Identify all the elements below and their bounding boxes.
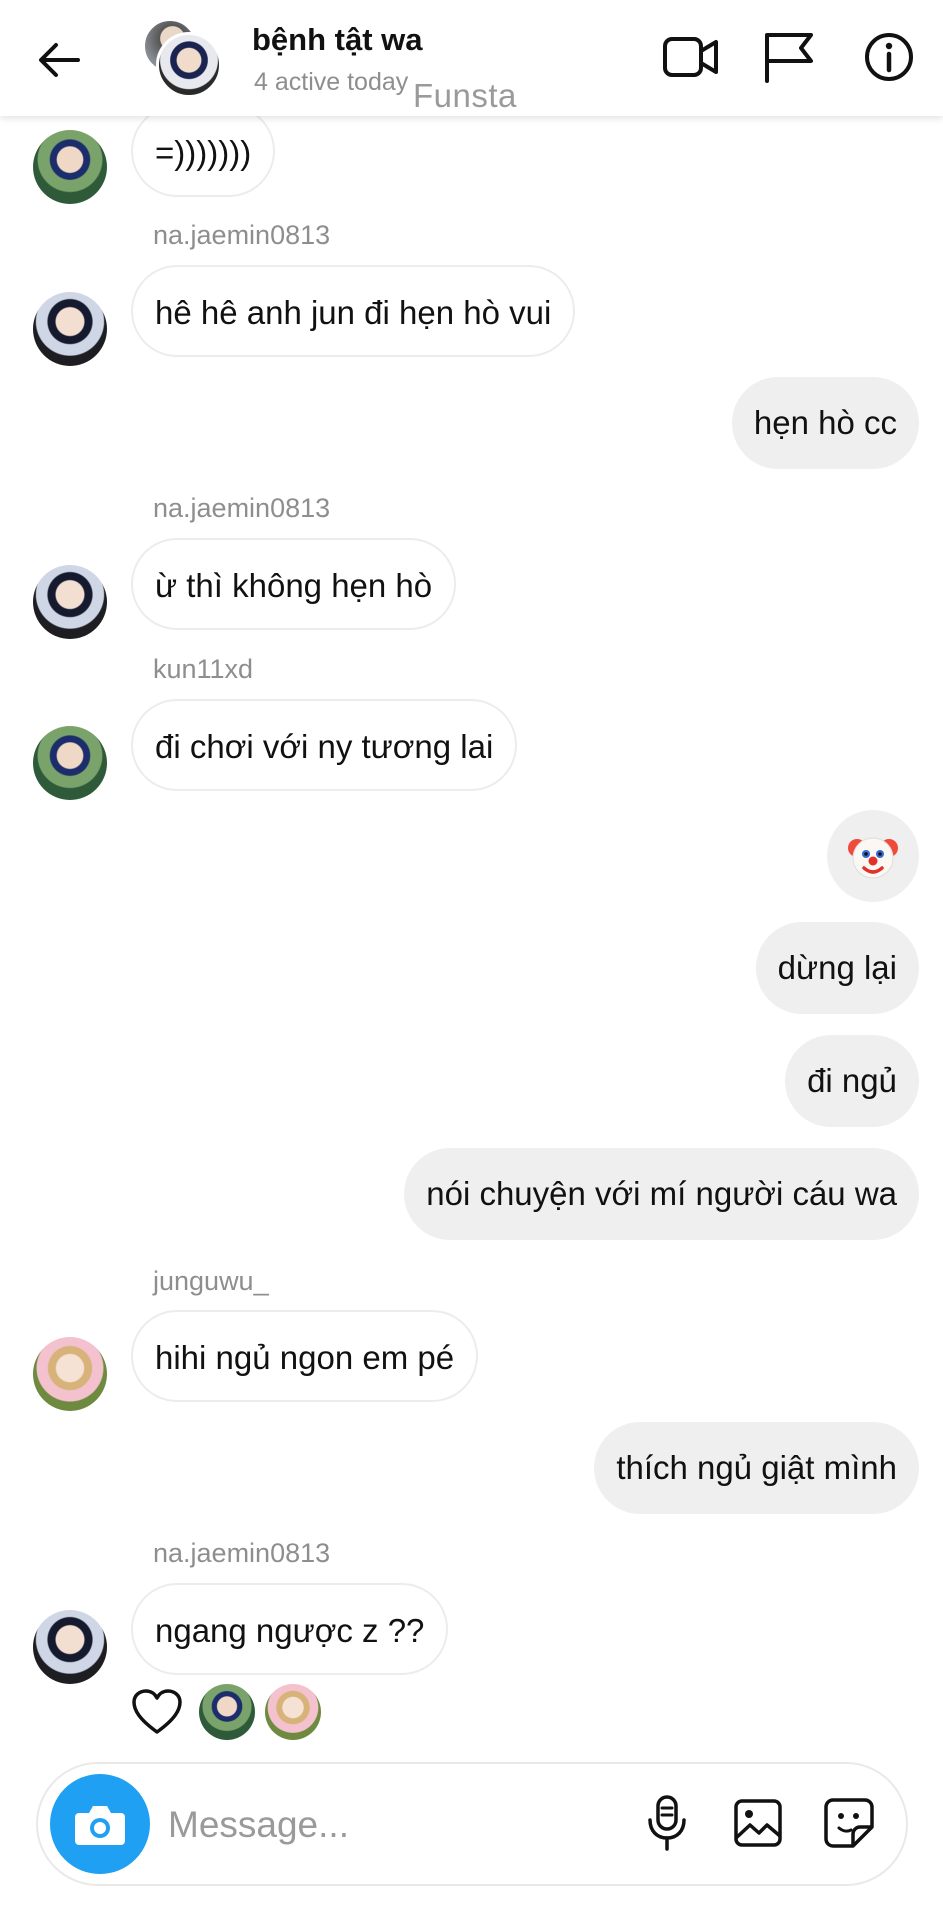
sender-name: junguwu_ [153,1266,269,1296]
heart-icon[interactable] [131,1688,183,1736]
sender-avatar[interactable] [33,565,107,639]
active-status: 4 active today [254,68,409,96]
clown-face-icon [848,837,898,879]
incoming-message[interactable]: đi chơi với ny tương lai [131,699,518,791]
info-button[interactable] [858,26,920,88]
outgoing-message[interactable]: hẹn hò cc [731,377,919,469]
chat-title[interactable]: bệnh tật wa [252,22,423,58]
sticker-button[interactable] [818,1792,880,1854]
info-icon [865,33,913,81]
incoming-message[interactable]: =))))))) [131,105,276,197]
chat-header: bệnh tật wa 4 active today Funsta [0,0,943,116]
sender-avatar[interactable] [33,130,107,204]
arrow-left-icon [39,43,80,77]
flag-icon [765,33,813,83]
sender-name: na.jaemin0813 [153,493,331,523]
watermark-text: Funsta [413,77,517,114]
sender-name: na.jaemin0813 [153,220,331,250]
outgoing-message[interactable]: dừng lại [755,922,919,1014]
member-avatar [156,32,222,98]
camera-button[interactable] [50,1774,150,1874]
sender-name: na.jaemin0813 [153,1538,331,1568]
reactor-avatar [199,1684,255,1740]
video-call-button[interactable] [660,26,722,88]
incoming-message[interactable]: hihi ngủ ngon em pé [131,1310,479,1402]
back-button[interactable] [28,30,88,90]
sender-avatar[interactable] [33,1610,107,1684]
sender-avatar[interactable] [33,726,107,800]
outgoing-message[interactable]: nói chuyện với mí người cáu wa [404,1148,919,1240]
gallery-icon [734,1799,782,1847]
sender-avatar[interactable] [33,292,107,366]
message-composer [36,1762,908,1886]
sender-name: kun11xd [153,654,254,684]
outgoing-message[interactable]: thích ngủ giật mình [594,1422,919,1514]
reactor-avatar [265,1684,321,1740]
gallery-button[interactable] [727,1792,789,1854]
video-camera-icon [663,37,718,77]
camera-icon [75,1806,125,1845]
incoming-message[interactable]: hê hê anh jun đi hẹn hò vui [131,265,576,357]
message-input[interactable] [166,1794,640,1856]
sender-avatar[interactable] [33,1337,107,1411]
incoming-message[interactable]: ừ thì không hẹn hò [131,538,457,630]
report-button[interactable] [757,26,819,88]
sticker-icon [824,1798,874,1848]
group-avatar[interactable] [142,18,222,98]
incoming-message[interactable]: ngang ngược z ?? [131,1583,449,1675]
outgoing-emoji-message[interactable] [827,810,919,902]
voice-message-button[interactable] [636,1792,698,1854]
outgoing-message[interactable]: đi ngủ [785,1035,919,1127]
microphone-icon [648,1795,686,1851]
